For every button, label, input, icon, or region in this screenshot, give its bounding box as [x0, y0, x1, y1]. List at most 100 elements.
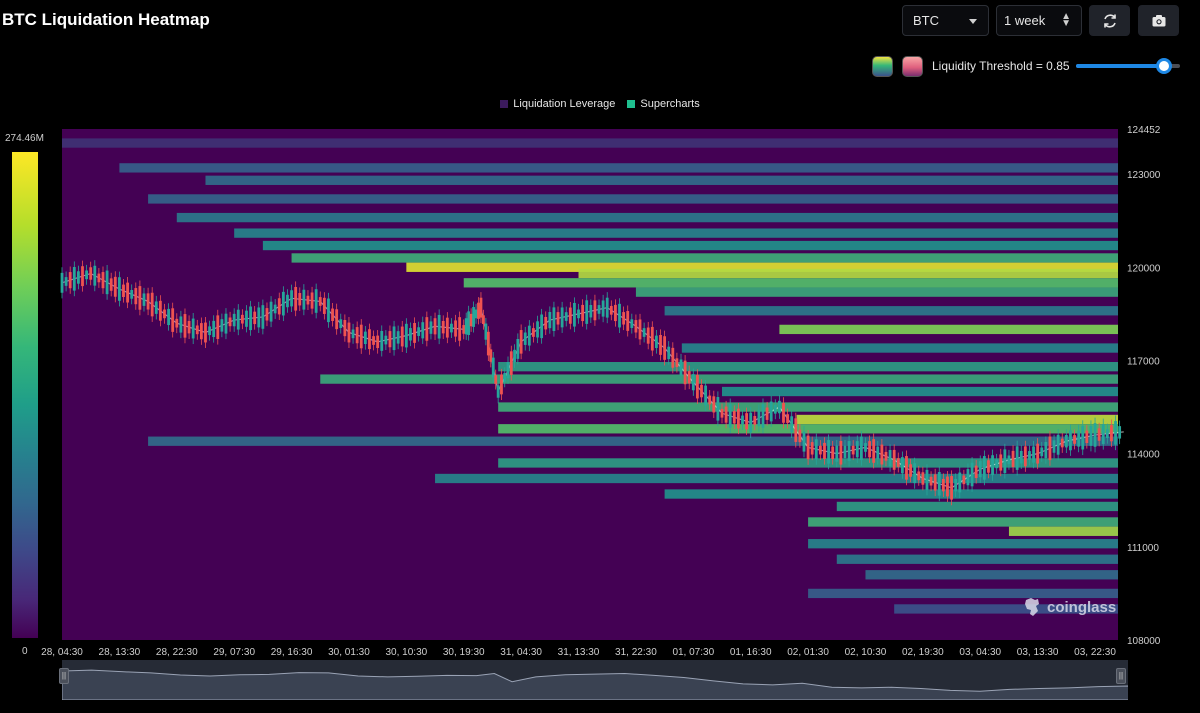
liquidation-band: [262, 240, 1118, 251]
x-tick-label: 30, 01:30: [328, 647, 370, 658]
refresh-button[interactable]: [1089, 5, 1130, 36]
candle-body: [523, 332, 527, 345]
candle-body: [68, 272, 72, 289]
candle-body: [872, 439, 876, 463]
candle-body: [683, 360, 687, 385]
candle-body: [417, 327, 421, 336]
candle-body: [175, 318, 179, 328]
liquidation-band: [681, 343, 1118, 353]
candle-body: [806, 435, 810, 460]
candle-body: [216, 315, 220, 339]
legend-item-liquidation-leverage[interactable]: Liquidation Leverage: [500, 98, 615, 110]
pink-palette-swatch[interactable]: [902, 56, 923, 77]
candle-body: [204, 322, 207, 343]
threshold-slider[interactable]: [1076, 58, 1180, 74]
candle-body: [1011, 450, 1015, 468]
candle-body: [400, 326, 404, 347]
candle-body: [921, 472, 925, 485]
candle-body: [864, 443, 867, 452]
legend-item-supercharts[interactable]: Supercharts: [627, 98, 700, 110]
candle-body: [581, 304, 585, 322]
liquidation-band: [291, 253, 1119, 263]
candle-body: [298, 293, 302, 306]
candle-body: [76, 271, 80, 284]
candle-body: [489, 349, 493, 362]
candle-body: [228, 317, 232, 327]
candle-body: [732, 411, 736, 424]
candle-body: [630, 319, 634, 328]
candle-body: [1044, 442, 1048, 459]
candle-body: [187, 320, 191, 334]
chart-legend: Liquidation Leverage Supercharts: [0, 98, 1200, 110]
y-tick-label: 108000: [1127, 636, 1161, 647]
liquidation-band: [808, 539, 1118, 549]
watermark-text: coinglass: [1047, 598, 1117, 616]
candle-body: [261, 305, 265, 329]
candle-body: [913, 463, 917, 484]
candle-body: [1089, 425, 1093, 446]
refresh-icon: [1103, 13, 1116, 28]
x-tick-label: 29, 07:30: [213, 647, 255, 658]
candle-body: [467, 311, 471, 335]
candle-body: [974, 465, 978, 479]
y-tick-label: 123000: [1127, 170, 1161, 181]
viridis-palette-swatch[interactable]: [872, 56, 893, 77]
liquidation-band: [836, 554, 1118, 564]
candle-body: [171, 308, 175, 332]
candle-body: [1118, 426, 1122, 439]
candle-body: [794, 418, 798, 442]
candle-body: [273, 304, 277, 314]
candle-body: [454, 320, 457, 337]
candle-body: [413, 323, 416, 343]
candle-body: [281, 291, 285, 316]
candle-body: [671, 347, 675, 368]
x-tick-label: 03, 13:30: [1017, 647, 1059, 658]
range-select[interactable]: 1 week ▲ ▼: [996, 5, 1082, 36]
threshold-slider-knob[interactable]: [1156, 58, 1173, 74]
liquidation-heatmap[interactable]: 124452 123000 120000 117000 114000 111000 1080…: [0, 118, 1200, 658]
candle-body: [855, 441, 859, 458]
candle-body: [425, 317, 429, 341]
candle-body: [577, 309, 580, 319]
candle-body: [650, 326, 654, 351]
x-tick-label: 28, 22:30: [156, 647, 198, 658]
candle-body: [1073, 435, 1076, 444]
x-tick-label: 29, 16:30: [271, 647, 313, 658]
candle-body: [363, 331, 367, 345]
x-tick-label: 28, 13:30: [99, 647, 141, 658]
candle-body: [458, 317, 462, 341]
candle-body: [437, 314, 441, 339]
candle-body: [884, 451, 888, 461]
candle-body: [1052, 440, 1056, 453]
candle-body: [925, 469, 929, 490]
candle-body: [696, 374, 699, 399]
candle-body: [966, 469, 970, 486]
candle-body: [991, 455, 994, 476]
navigator-right-handle[interactable]: ||: [1116, 668, 1126, 684]
liquidation-band: [722, 386, 1118, 397]
candle-body: [253, 311, 257, 325]
candle-body: [827, 440, 830, 464]
candle-body: [368, 329, 371, 350]
liquidation-band: [435, 473, 1119, 484]
candle-body: [1077, 430, 1081, 447]
candle-body: [552, 307, 556, 331]
time-navigator[interactable]: || ||: [59, 660, 1128, 700]
liquidation-band: [234, 228, 1118, 238]
candle-body: [516, 338, 520, 359]
candle-body: [130, 289, 134, 299]
candle-body: [494, 375, 498, 384]
navigator-left-handle[interactable]: ||: [59, 668, 69, 684]
candle-body: [474, 309, 478, 319]
candle-body: [310, 292, 314, 309]
candle-body: [1048, 436, 1052, 461]
candle-body: [126, 282, 129, 303]
screenshot-button[interactable]: [1138, 5, 1179, 36]
candle-body: [876, 446, 880, 459]
coin-select[interactable]: BTC: [902, 5, 989, 36]
candle-body: [859, 436, 863, 461]
candle-body: [113, 276, 117, 297]
candle-body: [978, 461, 982, 478]
candle-body: [351, 329, 355, 339]
candle-body: [109, 278, 113, 291]
